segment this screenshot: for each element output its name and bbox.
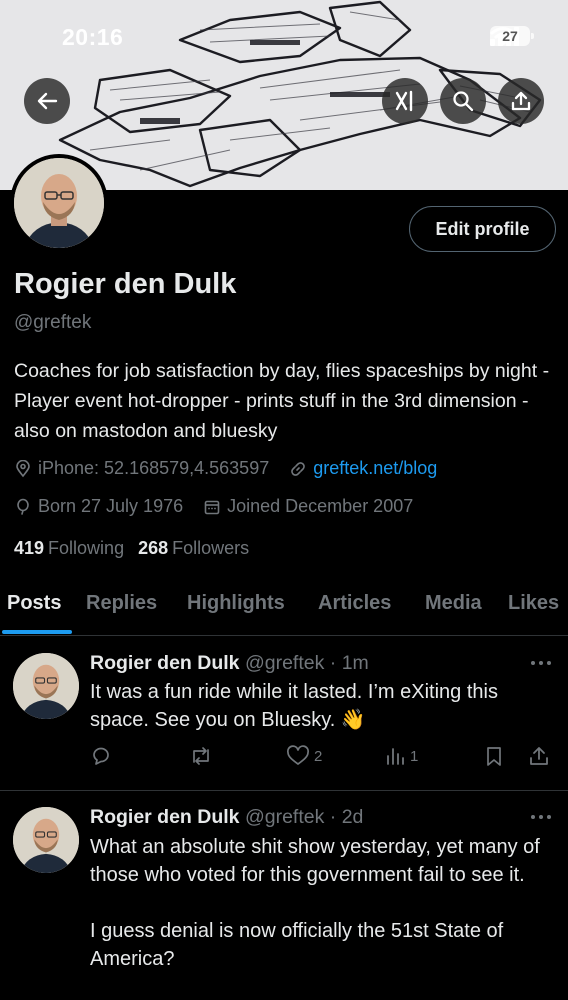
tab-replies[interactable]: Replies xyxy=(86,592,157,615)
profile-avatar[interactable] xyxy=(10,154,108,252)
avatar-portrait-image xyxy=(14,158,104,248)
post-text: It was a fun ride while it lasted. I’m e… xyxy=(90,681,504,731)
birthday-item: Born 27 July 1976 xyxy=(14,496,183,517)
status-bar: 20:16 27 xyxy=(0,0,568,70)
views-button[interactable]: 1 xyxy=(384,745,418,767)
like-count: 2 xyxy=(314,747,323,765)
calendar-icon xyxy=(204,500,220,514)
back-button[interactable] xyxy=(24,78,70,124)
post-item[interactable]: Rogier den Dulk @greftek · 2d What an ab… xyxy=(0,791,568,1000)
search-icon xyxy=(453,91,474,112)
following-label: Following xyxy=(48,538,125,558)
back-arrow-icon xyxy=(37,92,58,110)
grok-icon xyxy=(395,90,413,112)
avatar-portrait-image xyxy=(13,807,79,873)
post-time: · 2d xyxy=(329,806,364,828)
post-author-handle: @greftek xyxy=(244,652,325,674)
repost-icon xyxy=(193,747,209,765)
website-link[interactable]: greftek.net/blog xyxy=(313,458,437,479)
follow-stats: 419 Following 268 Followers xyxy=(14,538,249,559)
post-author-name[interactable]: Rogier den Dulk xyxy=(90,806,240,828)
followers-label: Followers xyxy=(172,538,250,558)
location-text: iPhone: 52.168579,4.563597 xyxy=(38,458,270,478)
profile-tabs: Posts Replies Highlights Articles Media … xyxy=(0,584,568,636)
reply-button[interactable] xyxy=(90,745,116,767)
joined-item: Joined December 2007 xyxy=(203,496,413,517)
more-dots-icon xyxy=(531,661,551,665)
post-author-name[interactable]: Rogier den Dulk xyxy=(90,652,240,674)
post-share-button[interactable] xyxy=(528,745,554,767)
battery-indicator: 27 xyxy=(490,26,534,46)
post-text: What an absolute shit show yesterday, ye… xyxy=(90,836,540,970)
post-header: Rogier den Dulk @greftek · 2d xyxy=(90,806,363,829)
profile-bio: Coaches for job satisfaction by day, fli… xyxy=(14,360,550,442)
like-button[interactable]: 2 xyxy=(286,745,322,767)
tab-likes[interactable]: Likes xyxy=(508,592,559,615)
post-avatar[interactable] xyxy=(13,653,79,719)
views-icon xyxy=(387,748,404,765)
following-count: 419 xyxy=(14,538,45,558)
active-tab-indicator xyxy=(2,630,72,634)
tab-highlights[interactable]: Highlights xyxy=(187,592,285,615)
profile-handle: @greftek xyxy=(14,312,92,333)
post-time: · 1m xyxy=(329,652,369,674)
link-icon xyxy=(291,461,306,476)
battery-level: 27 xyxy=(502,28,518,44)
balloon-icon xyxy=(17,498,29,515)
post-author-handle: @greftek xyxy=(244,806,325,828)
profile-meta-row-2: Born 27 July 1976 Joined December 2007 xyxy=(14,496,433,517)
post-item[interactable]: Rogier den Dulk @greftek · 1m It was a f… xyxy=(0,636,568,790)
post-avatar[interactable] xyxy=(13,807,79,873)
tab-media[interactable]: Media xyxy=(425,592,482,615)
bookmark-button[interactable] xyxy=(484,745,508,767)
post-more-button[interactable] xyxy=(530,804,552,825)
more-dots-icon xyxy=(531,815,551,819)
profile-meta-row-1: iPhone: 52.168579,4.563597 greftek.net/b… xyxy=(14,458,457,479)
following-link[interactable]: 419 Following xyxy=(14,538,124,559)
post-header: Rogier den Dulk @greftek · 1m xyxy=(90,652,369,675)
post-more-button[interactable] xyxy=(530,650,552,671)
profile-name: Rogier den Dulk xyxy=(14,268,237,300)
followers-link[interactable]: 268 Followers xyxy=(138,538,249,559)
edit-profile-button[interactable]: Edit profile xyxy=(409,206,556,252)
grok-button[interactable] xyxy=(382,78,428,124)
location-pin-icon xyxy=(16,459,30,477)
bookmark-icon xyxy=(487,747,501,766)
website-item[interactable]: greftek.net/blog xyxy=(289,458,437,479)
location-item: iPhone: 52.168579,4.563597 xyxy=(14,458,269,479)
followers-count: 268 xyxy=(138,538,169,558)
tab-posts[interactable]: Posts xyxy=(7,592,61,615)
reply-icon xyxy=(93,747,109,765)
repost-button[interactable] xyxy=(188,745,218,767)
share-icon xyxy=(530,747,548,765)
like-icon xyxy=(287,745,309,765)
joined-text: Joined December 2007 xyxy=(227,496,414,516)
views-count: 1 xyxy=(410,747,419,765)
search-button[interactable] xyxy=(440,78,486,124)
avatar-portrait-image xyxy=(13,653,79,719)
share-profile-button[interactable] xyxy=(498,78,544,124)
post-actions: 2 1 xyxy=(90,745,552,773)
share-icon xyxy=(511,91,531,111)
tab-articles[interactable]: Articles xyxy=(318,592,391,615)
status-time: 20:16 xyxy=(62,24,124,50)
birthday-text: Born 27 July 1976 xyxy=(38,496,184,516)
